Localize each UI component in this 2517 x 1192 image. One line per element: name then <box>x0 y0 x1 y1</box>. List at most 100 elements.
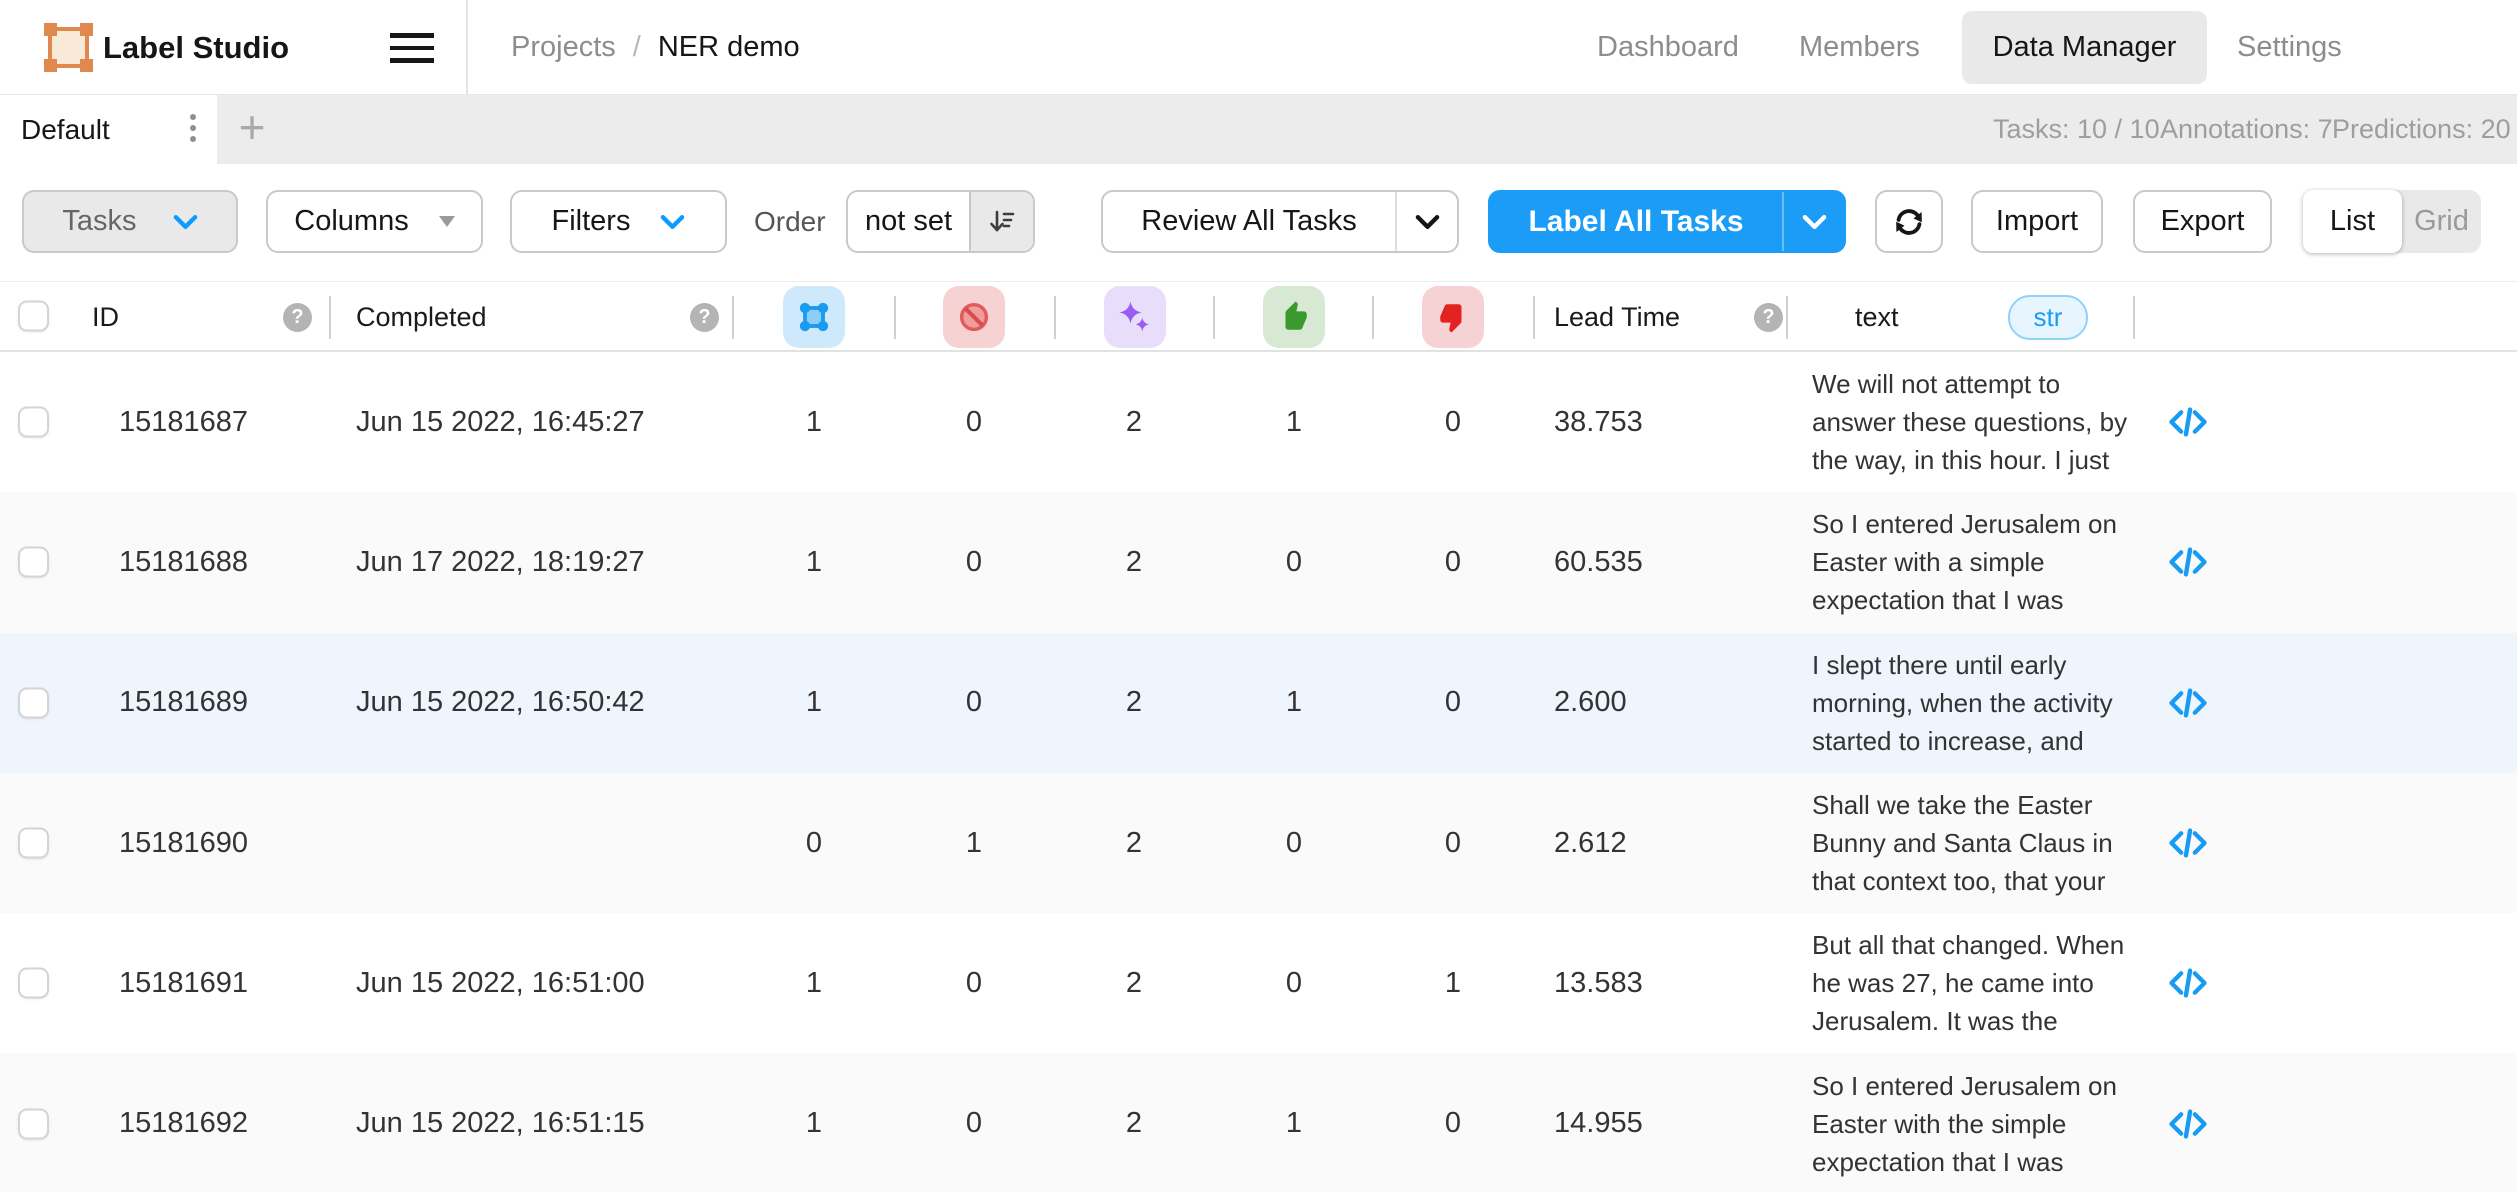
refresh-icon <box>1890 203 1928 241</box>
cell-lead-time: 2.600 <box>1554 633 1627 773</box>
cell-cancelled-count: 1 <box>894 773 1054 913</box>
column-header-accepted-icon[interactable] <box>1263 286 1325 348</box>
view-tabs-bar: Default + Tasks: 10 / 10 Annotations: 7 … <box>0 95 2517 164</box>
cell-annotations-count: 1 <box>734 352 894 492</box>
table-row[interactable]: 15181690 0 1 2 0 0 2.612 Shall we take t… <box>0 773 2517 913</box>
cell-predictions-count: 2 <box>1054 773 1214 913</box>
column-header-text[interactable]: text <box>1855 282 1899 353</box>
help-icon[interactable]: ? <box>283 303 312 332</box>
cell-task-id: 15181692 <box>119 1053 248 1192</box>
import-label: Import <box>1996 205 2078 238</box>
import-button[interactable]: Import <box>1971 190 2103 253</box>
row-checkbox[interactable] <box>18 828 49 859</box>
cell-annotations-count: 1 <box>734 1053 894 1192</box>
label-all-dropdown-chevron[interactable] <box>1782 192 1844 251</box>
row-checkbox[interactable] <box>18 1108 49 1139</box>
column-type-badge: str <box>2008 295 2088 340</box>
review-dropdown-chevron[interactable] <box>1395 192 1457 251</box>
table-row[interactable]: 15181688 Jun 17 2022, 18:19:27 1 0 2 0 0… <box>0 492 2517 632</box>
table-row[interactable]: 15181687 Jun 15 2022, 16:45:27 1 0 2 1 0… <box>0 352 2517 492</box>
filters-dropdown-button[interactable]: Filters <box>510 190 727 253</box>
column-header-completed[interactable]: Completed <box>356 282 487 353</box>
table-row[interactable]: 15181689 Jun 15 2022, 16:50:42 1 0 2 1 0… <box>0 633 2517 773</box>
columns-dropdown-label: Columns <box>294 205 408 238</box>
cell-lead-time: 60.535 <box>1554 492 1643 632</box>
column-header-predictions-icon[interactable] <box>1104 286 1166 348</box>
thumbs-up-icon <box>1277 300 1311 334</box>
breadcrumb-project-name: NER demo <box>658 31 800 63</box>
cell-lead-time: 14.955 <box>1554 1053 1643 1192</box>
view-list-button[interactable]: List <box>2303 190 2402 253</box>
column-divider <box>329 296 331 339</box>
chevron-down-icon <box>660 214 685 230</box>
filters-dropdown-label: Filters <box>552 205 631 238</box>
code-icon[interactable] <box>2166 540 2210 584</box>
code-icon[interactable] <box>2166 681 2210 725</box>
column-header-id[interactable]: ID <box>92 282 119 353</box>
cell-predictions-count: 2 <box>1054 492 1214 632</box>
cell-cancelled-count: 0 <box>894 492 1054 632</box>
task-text-snippet: So I entered Jerusalem on Easter with th… <box>1812 1067 2148 1181</box>
code-icon[interactable] <box>2166 400 2210 444</box>
cell-rejected-count: 0 <box>1373 633 1533 773</box>
view-mode-toggle: List Grid <box>2303 190 2481 253</box>
label-all-tasks-button[interactable]: Label All Tasks <box>1488 190 1846 253</box>
review-all-tasks-button[interactable]: Review All Tasks <box>1101 190 1459 253</box>
column-header-cancelled-icon[interactable] <box>943 286 1005 348</box>
nav-settings[interactable]: Settings <box>2237 0 2342 95</box>
nav-dashboard[interactable]: Dashboard <box>1597 0 1739 95</box>
nav-data-manager[interactable]: Data Manager <box>1962 11 2207 84</box>
tasks-dropdown-button[interactable]: Tasks <box>22 190 238 253</box>
sparkles-icon <box>1117 299 1153 335</box>
hamburger-menu-icon[interactable] <box>390 33 434 63</box>
add-view-button[interactable]: + <box>222 95 282 164</box>
breadcrumb-projects[interactable]: Projects <box>511 31 616 63</box>
row-checkbox[interactable] <box>18 407 49 438</box>
column-header-annotations-icon[interactable] <box>783 286 845 348</box>
cell-completed: Jun 15 2022, 16:50:42 <box>356 633 645 773</box>
help-icon[interactable]: ? <box>690 303 719 332</box>
column-divider <box>894 296 896 339</box>
view-grid-button[interactable]: Grid <box>2402 190 2481 253</box>
order-value-button[interactable]: not set <box>846 190 1035 253</box>
cell-completed: Jun 15 2022, 16:51:15 <box>356 1053 645 1192</box>
cell-predictions-count: 2 <box>1054 633 1214 773</box>
table-row[interactable]: 15181692 Jun 15 2022, 16:51:15 1 0 2 1 0… <box>0 1053 2517 1192</box>
sort-direction-button[interactable] <box>969 192 1033 251</box>
cell-task-id: 15181687 <box>119 352 248 492</box>
cell-rejected-count: 1 <box>1373 913 1533 1053</box>
column-header-rejected-icon[interactable] <box>1422 286 1484 348</box>
breadcrumb: Projects/NER demo <box>511 0 800 95</box>
column-divider <box>1786 296 1788 339</box>
cell-accepted-count: 0 <box>1214 773 1374 913</box>
code-icon[interactable] <box>2166 961 2210 1005</box>
columns-dropdown-button[interactable]: Columns <box>266 190 483 253</box>
code-icon[interactable] <box>2166 1102 2210 1146</box>
cell-predictions-count: 2 <box>1054 913 1214 1053</box>
cell-accepted-count: 0 <box>1214 492 1374 632</box>
tab-options-kebab-icon[interactable] <box>178 109 208 151</box>
table-row[interactable]: 15181691 Jun 15 2022, 16:51:00 1 0 2 0 1… <box>0 913 2517 1053</box>
cell-lead-time: 13.583 <box>1554 913 1643 1053</box>
nav-members[interactable]: Members <box>1799 0 1920 95</box>
label-studio-app: Label Studio Projects/NER demo Dashboard… <box>0 0 2517 1192</box>
row-checkbox[interactable] <box>18 968 49 999</box>
cell-cancelled-count: 0 <box>894 1053 1054 1192</box>
code-icon[interactable] <box>2166 821 2210 865</box>
cell-annotations-count: 1 <box>734 492 894 632</box>
row-checkbox[interactable] <box>18 547 49 578</box>
column-header-lead-time[interactable]: Lead Time <box>1554 282 1680 353</box>
review-all-tasks-label: Review All Tasks <box>1103 205 1395 238</box>
task-text-snippet: Shall we take the Easter Bunny and Santa… <box>1812 786 2148 900</box>
row-checkbox[interactable] <box>18 687 49 718</box>
select-all-checkbox[interactable] <box>18 301 49 332</box>
help-icon[interactable]: ? <box>1754 303 1783 332</box>
export-button[interactable]: Export <box>2133 190 2272 253</box>
cell-completed: Jun 15 2022, 16:51:00 <box>356 913 645 1053</box>
task-text-snippet: But all that changed. When he was 27, he… <box>1812 926 2148 1040</box>
refresh-button[interactable] <box>1875 190 1943 253</box>
tab-default[interactable]: Default <box>0 95 217 164</box>
tasks-dropdown-label: Tasks <box>62 205 136 238</box>
column-divider <box>2133 296 2135 339</box>
cell-accepted-count: 1 <box>1214 1053 1374 1192</box>
